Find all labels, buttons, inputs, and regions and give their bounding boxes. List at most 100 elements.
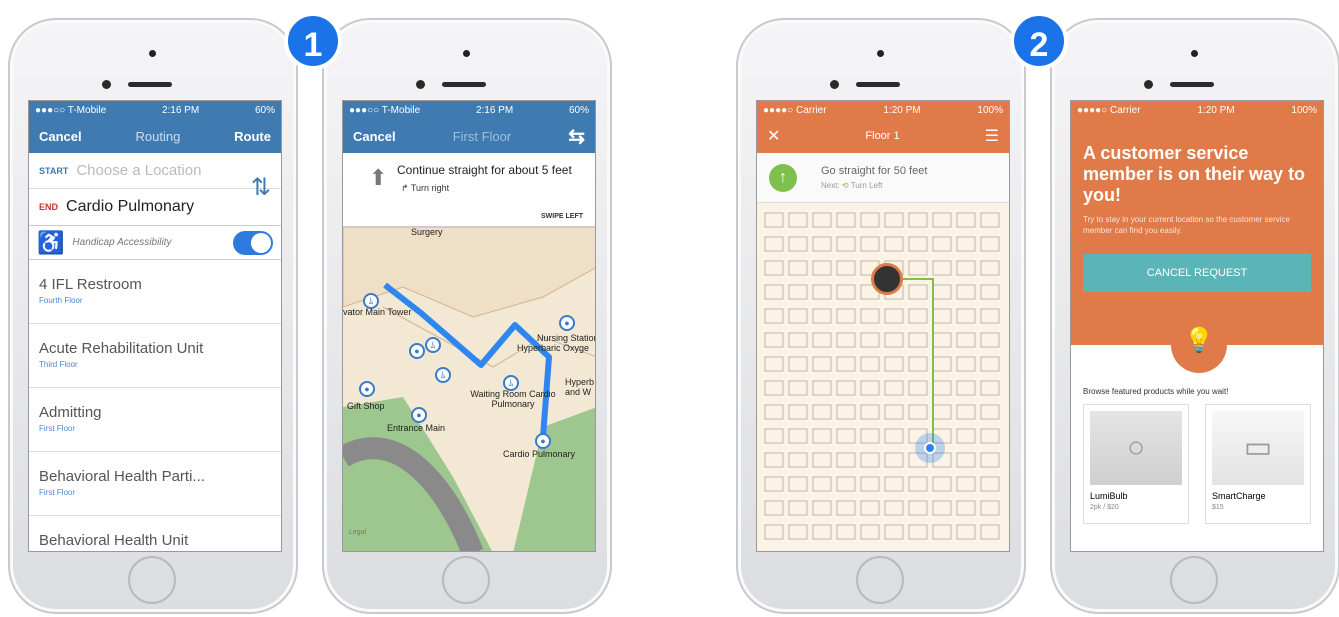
shelf: [980, 308, 1000, 324]
item-floor: First Floor: [39, 424, 75, 433]
list-item[interactable]: Behavioral Health Parti... First Floor: [29, 452, 281, 516]
restroom-icon[interactable]: ﾑ: [363, 293, 379, 309]
cancel-button[interactable]: Cancel: [353, 129, 396, 144]
list-item[interactable]: 4 IFL Restroom Fourth Floor: [29, 260, 281, 324]
list-item[interactable]: Admitting First Floor: [29, 388, 281, 452]
route-line: [887, 278, 934, 447]
shelf: [836, 452, 856, 468]
shelf: [764, 452, 784, 468]
shelf: [932, 260, 952, 276]
instruction-text: Continue straight for about 5 feet: [397, 163, 572, 177]
store-map[interactable]: [757, 203, 1009, 551]
shelf: [836, 356, 856, 372]
shelf: [812, 452, 832, 468]
instruction-card[interactable]: ⬆ Continue straight for about 5 feet ↱ T…: [343, 153, 595, 227]
start-input[interactable]: Choose a Location: [76, 162, 201, 179]
accessibility-label: Handicap Accessibility: [72, 237, 172, 248]
status-bar: ●●●○○ T-Mobile 2:16 PM 60%: [343, 101, 595, 119]
destination-pin-icon[interactable]: ●: [535, 433, 551, 449]
shelf: [836, 332, 856, 348]
product-card[interactable]: ▭ SmartCharge $15: [1205, 404, 1311, 524]
shelf: [764, 356, 784, 372]
shelf: [764, 308, 784, 324]
shelf: [764, 332, 784, 348]
list-item[interactable]: Acute Rehabilitation Unit Third Floor: [29, 324, 281, 388]
shelf: [788, 284, 808, 300]
swap-icon[interactable]: ⇅: [251, 173, 271, 202]
map-pin-icon[interactable]: ●: [411, 407, 427, 423]
shelf: [932, 236, 952, 252]
product-card[interactable]: ○ LumiBulb 2pk / $20: [1083, 404, 1189, 524]
shelf: [884, 404, 904, 420]
shelf: [860, 524, 880, 540]
shelf: [932, 356, 952, 372]
restroom-icon[interactable]: ﾑ: [435, 367, 451, 383]
shelf: [932, 524, 952, 540]
phone-2: ●●●○○ T-Mobile 2:16 PM 60% Cancel First …: [322, 18, 612, 614]
map-pin-icon[interactable]: ●: [409, 343, 425, 359]
product-image: ○: [1090, 411, 1182, 485]
home-button[interactable]: [856, 556, 904, 604]
menu-icon[interactable]: ☰: [985, 126, 999, 146]
shelf: [932, 500, 952, 516]
sensor: [1191, 50, 1198, 57]
shelf: [860, 500, 880, 516]
location-list: 4 IFL Restroom Fourth Floor Acute Rehabil…: [29, 260, 281, 551]
restroom-icon[interactable]: ﾑ: [425, 337, 441, 353]
cancel-button[interactable]: Cancel: [39, 129, 82, 144]
item-floor: First Floor: [39, 488, 75, 497]
shelf: [884, 380, 904, 396]
gift-icon[interactable]: ●: [359, 381, 375, 397]
next-step: Turn right: [410, 183, 450, 193]
item-floor: Fourth Floor: [39, 296, 83, 305]
shelf: [836, 428, 856, 444]
time: 2:16 PM: [161, 104, 200, 116]
legal-link[interactable]: Legal: [349, 529, 366, 536]
shelf: [908, 284, 928, 300]
cancel-request-button[interactable]: CANCEL REQUEST: [1083, 254, 1311, 292]
shelf: [812, 308, 832, 324]
subtext: Try to stay in your current location so …: [1083, 215, 1290, 235]
item-title: 4 IFL Restroom: [39, 276, 142, 293]
shelf: [788, 332, 808, 348]
list-item[interactable]: Behavioral Health Unit: [29, 516, 281, 551]
close-icon[interactable]: ✕: [767, 126, 780, 146]
floor-map[interactable]: Surgery vator Main Tower Nursing Station…: [343, 227, 595, 551]
shelf: [932, 332, 952, 348]
shelf: [908, 332, 928, 348]
restroom-icon[interactable]: ﾑ: [503, 375, 519, 391]
route-button[interactable]: Route: [234, 129, 271, 144]
shelf: [836, 524, 856, 540]
map-pin-icon[interactable]: ●: [559, 315, 575, 331]
shelf: [908, 500, 928, 516]
nav-bar: Cancel Routing Route: [29, 119, 281, 153]
end-row[interactable]: END Cardio Pulmonary: [29, 189, 281, 225]
shelf: [860, 332, 880, 348]
shelf: [932, 284, 952, 300]
instruction-card[interactable]: ↑ Go straight for 50 feet Next: ⟲ Turn L…: [757, 153, 1009, 203]
start-row[interactable]: START Choose a Location: [29, 153, 281, 189]
shelf: [836, 260, 856, 276]
shelf: [884, 524, 904, 540]
product-name: LumiBulb: [1090, 491, 1128, 501]
home-button[interactable]: [1170, 556, 1218, 604]
home-button[interactable]: [442, 556, 490, 604]
status-bar: ●●●●○ Carrier 1:20 PM 100%: [1071, 101, 1323, 119]
home-button[interactable]: [128, 556, 176, 604]
shelf: [908, 476, 928, 492]
floor-title[interactable]: First Floor: [453, 129, 512, 144]
shelf: [884, 332, 904, 348]
carrier: ●●●○○ T-Mobile: [35, 104, 107, 116]
map-label: Nursing Station: [537, 333, 595, 343]
shelf: [788, 212, 808, 228]
lightbulb-icon: 💡: [1171, 317, 1227, 373]
end-input[interactable]: Cardio Pulmonary: [66, 198, 194, 216]
camera: [102, 80, 111, 89]
accessibility-toggle[interactable]: [233, 230, 273, 255]
item-title: Acute Rehabilitation Unit: [39, 340, 204, 357]
shelf: [860, 428, 880, 444]
shelf: [980, 404, 1000, 420]
shelf: [980, 212, 1000, 228]
swap-direction-icon[interactable]: ⇆: [568, 124, 585, 149]
shelf: [884, 212, 904, 228]
